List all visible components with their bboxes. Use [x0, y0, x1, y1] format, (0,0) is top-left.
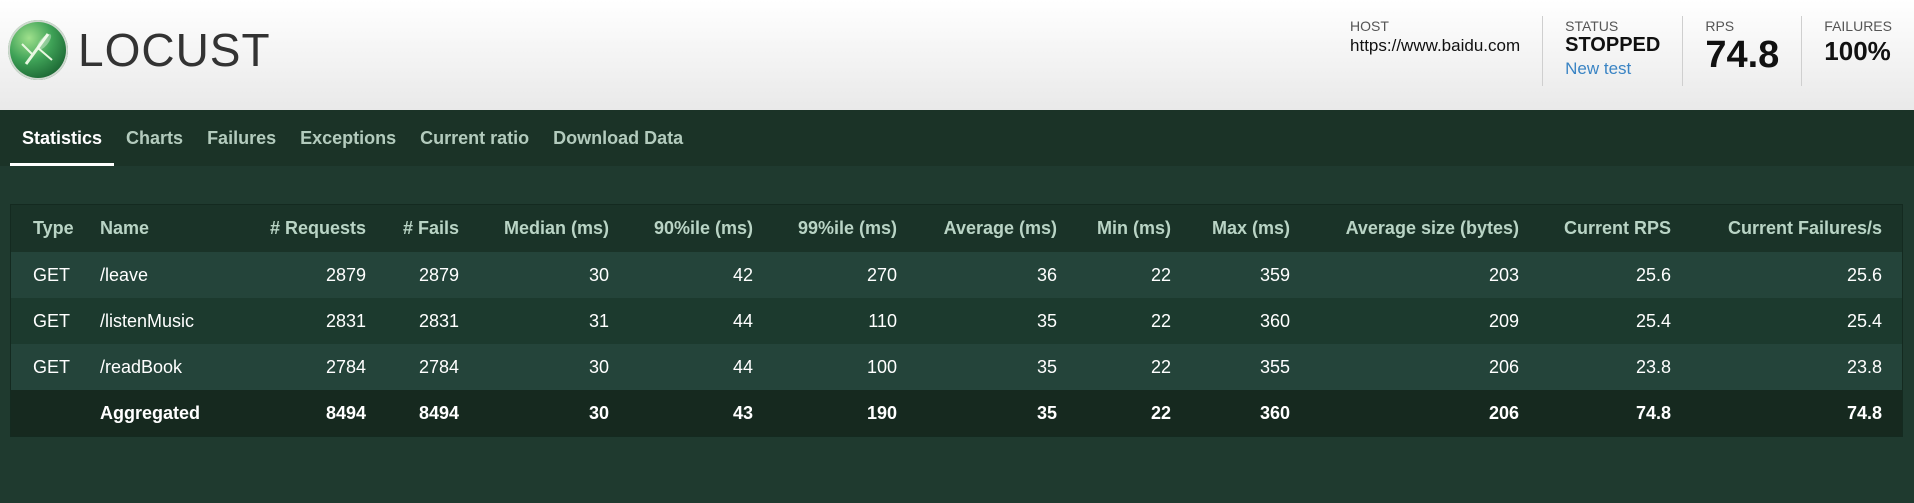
host-value: https://www.baidu.com [1350, 36, 1521, 55]
table-row: GET /leave 2879 2879 30 42 270 36 22 359… [11, 252, 1902, 298]
cell-90ile: 43 [621, 390, 765, 436]
tab-download-data[interactable]: Download Data [541, 110, 695, 166]
cell-name: /leave [88, 252, 238, 298]
table-header-row: Type Name # Requests # Fails Median (ms)… [11, 205, 1902, 252]
cell-median: 30 [471, 252, 621, 298]
rps-label: RPS [1705, 18, 1735, 34]
rps-value: 74.8 [1705, 34, 1780, 76]
rps-box: RPS 74.8 [1682, 16, 1801, 86]
cell-max: 359 [1183, 252, 1302, 298]
cell-average-size: 209 [1302, 298, 1531, 344]
failures-label: FAILURES [1824, 18, 1892, 34]
tab-failures[interactable]: Failures [195, 110, 288, 166]
statistics-table-container: Type Name # Requests # Fails Median (ms)… [10, 204, 1903, 437]
host-box: HOST https://www.baidu.com [1328, 0, 1542, 110]
cell-fails: 2784 [378, 344, 471, 390]
logo-text: LOCUST [78, 24, 271, 76]
tab-bar: Statistics Charts Failures Exceptions Cu… [0, 110, 1914, 166]
cell-90ile: 42 [621, 252, 765, 298]
column-header-median[interactable]: Median (ms) [471, 205, 621, 252]
status-box: STATUS STOPPED New test [1542, 16, 1682, 86]
cell-average: 36 [909, 252, 1069, 298]
status-label: STATUS [1565, 18, 1619, 34]
cell-average: 35 [909, 298, 1069, 344]
aggregated-row: Aggregated 8494 8494 30 43 190 35 22 360… [11, 390, 1902, 436]
cell-min: 22 [1069, 252, 1183, 298]
cell-type: GET [11, 252, 88, 298]
cell-current-failures: 23.8 [1683, 344, 1902, 390]
logo: LOCUST [8, 20, 271, 80]
column-header-fails[interactable]: # Fails [378, 205, 471, 252]
cell-min: 22 [1069, 390, 1183, 436]
cell-max: 360 [1183, 298, 1302, 344]
cell-fails: 2831 [378, 298, 471, 344]
column-header-current-rps[interactable]: Current RPS [1531, 205, 1683, 252]
cell-type [11, 390, 88, 436]
column-header-99ile[interactable]: 99%ile (ms) [765, 205, 909, 252]
cell-requests: 2879 [238, 252, 378, 298]
header-bar: LOCUST HOST https://www.baidu.com STATUS… [0, 0, 1914, 110]
column-header-average[interactable]: Average (ms) [909, 205, 1069, 252]
column-header-average-size[interactable]: Average size (bytes) [1302, 205, 1531, 252]
cell-name: Aggregated [88, 390, 238, 436]
cell-fails: 8494 [378, 390, 471, 436]
cell-median: 30 [471, 390, 621, 436]
column-header-min[interactable]: Min (ms) [1069, 205, 1183, 252]
cell-current-failures: 25.4 [1683, 298, 1902, 344]
cell-type: GET [11, 298, 88, 344]
cell-90ile: 44 [621, 298, 765, 344]
cell-max: 355 [1183, 344, 1302, 390]
stats-summary: HOST https://www.baidu.com STATUS STOPPE… [1328, 0, 1914, 110]
failures-value: 100% [1824, 36, 1891, 66]
cell-median: 31 [471, 298, 621, 344]
tab-charts[interactable]: Charts [114, 110, 195, 166]
table-row: GET /listenMusic 2831 2831 31 44 110 35 … [11, 298, 1902, 344]
cell-requests: 2784 [238, 344, 378, 390]
cell-requests: 8494 [238, 390, 378, 436]
cell-requests: 2831 [238, 298, 378, 344]
column-header-current-failures[interactable]: Current Failures/s [1683, 205, 1902, 252]
tab-current-ratio[interactable]: Current ratio [408, 110, 541, 166]
tab-exceptions[interactable]: Exceptions [288, 110, 408, 166]
cell-90ile: 44 [621, 344, 765, 390]
cell-current-failures: 74.8 [1683, 390, 1902, 436]
cell-min: 22 [1069, 298, 1183, 344]
cell-average: 35 [909, 344, 1069, 390]
cell-99ile: 190 [765, 390, 909, 436]
failures-box: FAILURES 100% [1801, 16, 1914, 86]
cell-average-size: 206 [1302, 344, 1531, 390]
table-row: GET /readBook 2784 2784 30 44 100 35 22 … [11, 344, 1902, 390]
cell-name: /listenMusic [88, 298, 238, 344]
cell-current-rps: 25.6 [1531, 252, 1683, 298]
cell-99ile: 270 [765, 252, 909, 298]
cell-99ile: 100 [765, 344, 909, 390]
statistics-table: Type Name # Requests # Fails Median (ms)… [11, 205, 1902, 436]
cell-type: GET [11, 344, 88, 390]
cell-current-failures: 25.6 [1683, 252, 1902, 298]
cell-current-rps: 25.4 [1531, 298, 1683, 344]
cell-average-size: 206 [1302, 390, 1531, 436]
cell-name: /readBook [88, 344, 238, 390]
host-label: HOST [1350, 18, 1389, 34]
cell-fails: 2879 [378, 252, 471, 298]
cell-current-rps: 23.8 [1531, 344, 1683, 390]
status-value: STOPPED [1565, 34, 1661, 56]
cell-max: 360 [1183, 390, 1302, 436]
column-header-requests[interactable]: # Requests [238, 205, 378, 252]
cell-median: 30 [471, 344, 621, 390]
new-test-link[interactable]: New test [1565, 59, 1660, 79]
cell-average-size: 203 [1302, 252, 1531, 298]
column-header-max[interactable]: Max (ms) [1183, 205, 1302, 252]
cell-current-rps: 74.8 [1531, 390, 1683, 436]
column-header-90ile[interactable]: 90%ile (ms) [621, 205, 765, 252]
cell-99ile: 110 [765, 298, 909, 344]
cell-average: 35 [909, 390, 1069, 436]
column-header-type[interactable]: Type [11, 205, 88, 252]
cell-min: 22 [1069, 344, 1183, 390]
tab-statistics[interactable]: Statistics [10, 110, 115, 166]
column-header-name[interactable]: Name [88, 205, 238, 252]
locust-logo-icon [8, 20, 68, 80]
